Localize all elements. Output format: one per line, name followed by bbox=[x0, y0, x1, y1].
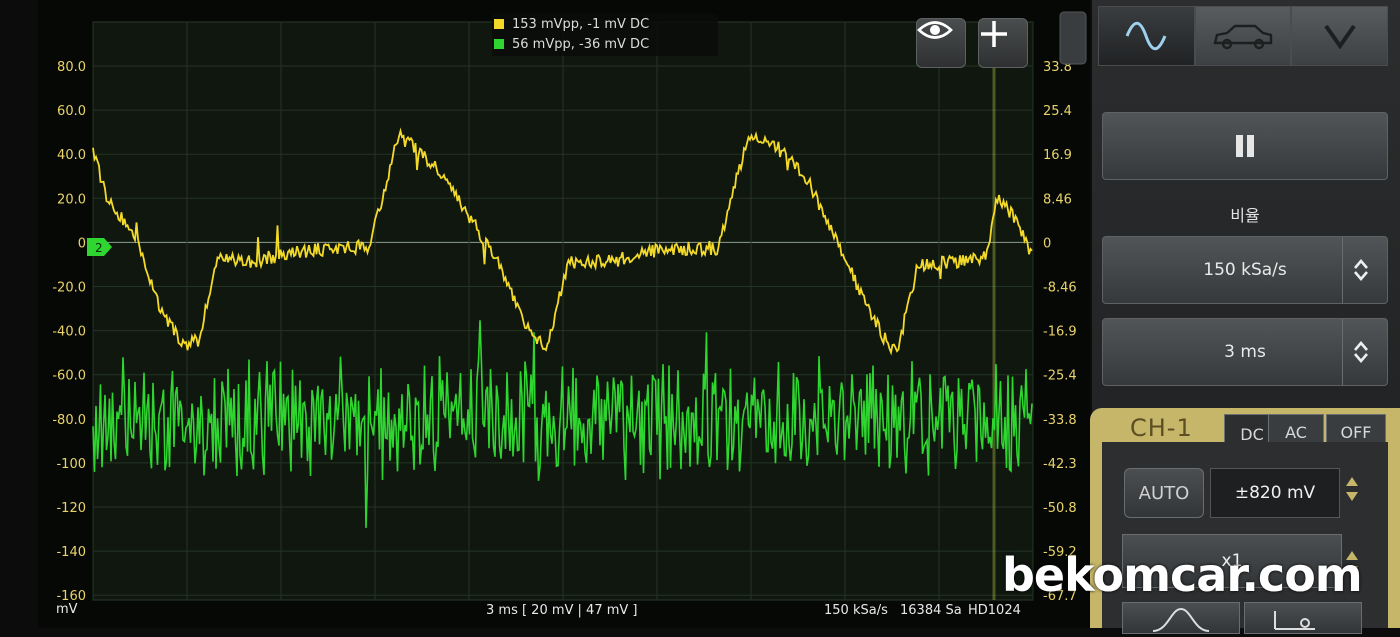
sample-rate-value: 150 kSa/s bbox=[1203, 260, 1287, 280]
mode-more-tab[interactable] bbox=[1291, 6, 1389, 66]
up-down-arrows-icon bbox=[1354, 259, 1368, 281]
right-tick-label: -16.9 bbox=[1043, 325, 1077, 340]
mode-vehicle-tab[interactable] bbox=[1194, 6, 1292, 66]
trigger-edge-button[interactable] bbox=[1122, 602, 1240, 634]
left-tick-label: -80.0 bbox=[52, 413, 86, 428]
trigger-level-icon bbox=[1274, 611, 1315, 630]
timebase-selector[interactable]: 3 ms bbox=[1102, 318, 1388, 386]
channel-label: CH-1 bbox=[1130, 414, 1193, 442]
auto-range-button[interactable]: AUTO bbox=[1124, 468, 1204, 518]
right-tick-label: -42.3 bbox=[1043, 457, 1077, 472]
left-tick-label: 60.0 bbox=[57, 104, 86, 119]
left-tick-label: -60.0 bbox=[52, 369, 86, 384]
footer-timebase: 3 ms [ 20 mV | 47 mV ] bbox=[486, 603, 638, 618]
voltage-range-stepper[interactable] bbox=[1344, 474, 1360, 508]
channel-2-marker-label: 2 bbox=[95, 241, 103, 255]
right-tick-label: 8.46 bbox=[1043, 192, 1072, 207]
legend-ch1-text: 153 mVpp, -1 mV DC bbox=[512, 16, 650, 32]
left-tick-label: -20.0 bbox=[52, 281, 86, 296]
plus-icon bbox=[981, 21, 1007, 47]
sample-rate-stepper[interactable] bbox=[1342, 237, 1379, 303]
right-tick-label: -33.8 bbox=[1043, 413, 1077, 428]
footer-sample-rate: 150 kSa/s bbox=[824, 603, 888, 618]
watermark-text: bekomcar.com bbox=[1002, 548, 1363, 602]
up-down-arrows-icon bbox=[1354, 341, 1368, 363]
mode-selector bbox=[1098, 6, 1389, 66]
pause-button[interactable] bbox=[1102, 112, 1388, 180]
legend-ch2: 56 mVpp, -36 mV DC bbox=[492, 34, 718, 54]
right-tick-label: -25.4 bbox=[1043, 369, 1077, 384]
measurement-legend: 153 mVpp, -1 mV DC 56 mVpp, -36 mV DC bbox=[492, 14, 718, 56]
trigger-edge-icon bbox=[1152, 607, 1210, 632]
oscilloscope-screen[interactable]: 2 80.0 60.0 40.0 20.0 0 -20.0 -40.0 -60.0 -80.0 -1… bbox=[38, 0, 1090, 628]
visibility-button[interactable] bbox=[916, 18, 966, 68]
left-axis-unit: mV bbox=[56, 602, 78, 617]
left-tick-label: -120 bbox=[56, 501, 86, 516]
left-tick-label: 20.0 bbox=[57, 192, 86, 207]
legend-ch1: 153 mVpp, -1 mV DC bbox=[492, 14, 718, 34]
footer-mode: HD1024 bbox=[968, 603, 1021, 618]
ratio-label: 비율 bbox=[1230, 206, 1260, 225]
pause-icon bbox=[1236, 135, 1254, 157]
right-tick-label: -50.8 bbox=[1043, 501, 1077, 516]
eye-icon bbox=[917, 21, 953, 39]
right-tick-label: 16.9 bbox=[1043, 148, 1072, 163]
trigger-level-button[interactable] bbox=[1244, 602, 1362, 634]
mode-scope-tab[interactable] bbox=[1098, 6, 1195, 66]
timebase-value: 3 ms bbox=[1224, 342, 1266, 362]
panel-drag-handle[interactable] bbox=[1059, 11, 1087, 65]
chevron-down-icon bbox=[1324, 24, 1356, 49]
left-tick-label: 0 bbox=[78, 236, 86, 251]
sine-wave-icon bbox=[1125, 21, 1167, 51]
left-tick-label: 40.0 bbox=[57, 148, 86, 163]
sample-rate-selector[interactable]: 150 kSa/s bbox=[1102, 236, 1388, 304]
scope-plot: 2 80.0 60.0 40.0 20.0 0 -20.0 -40.0 -60.0 -80.0 -1… bbox=[52, 11, 1087, 604]
footer-sample-count: 16384 Sa bbox=[900, 603, 962, 618]
right-tick-label: 0 bbox=[1043, 236, 1051, 251]
left-tick-label: -100 bbox=[56, 457, 86, 472]
add-button[interactable] bbox=[978, 18, 1028, 68]
legend-ch2-text: 56 mVpp, -36 mV DC bbox=[512, 36, 650, 52]
timebase-stepper[interactable] bbox=[1342, 319, 1379, 385]
right-tick-label: -8.46 bbox=[1043, 281, 1077, 296]
left-tick-label: -40.0 bbox=[52, 325, 86, 340]
left-tick-label: -140 bbox=[56, 545, 86, 560]
car-icon bbox=[1213, 24, 1273, 50]
left-tick-label: 80.0 bbox=[57, 60, 86, 75]
up-down-arrows-icon bbox=[1346, 477, 1358, 501]
right-tick-label: 25.4 bbox=[1043, 104, 1072, 119]
voltage-range-value[interactable]: ±820 mV bbox=[1210, 468, 1340, 518]
